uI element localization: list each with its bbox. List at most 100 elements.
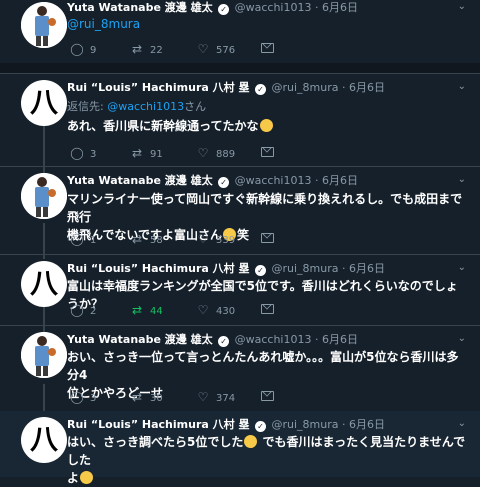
retweet-button[interactable]: ⇄ 30 xyxy=(130,390,163,406)
chevron-down-icon[interactable]: ⌄ xyxy=(458,174,466,185)
verified-icon: ✓ xyxy=(254,265,266,276)
chevron-down-icon[interactable]: ⌄ xyxy=(458,81,466,92)
handle[interactable]: @wacchi1013 xyxy=(235,333,312,346)
avatar[interactable] xyxy=(21,332,67,378)
chevron-down-icon[interactable]: ⌄ xyxy=(458,333,466,344)
direct-message-icon[interactable] xyxy=(261,304,274,314)
avatar[interactable]: 八 xyxy=(21,80,67,126)
sweat-emoji-icon xyxy=(80,471,94,484)
reply-icon: ◯ xyxy=(70,303,84,317)
chevron-down-icon[interactable]: ⌄ xyxy=(458,1,466,12)
avatar[interactable] xyxy=(21,173,67,219)
timestamp[interactable]: 6月6日 xyxy=(322,174,358,187)
retweet-icon: ⇄ xyxy=(131,42,143,56)
avatar-glyph: 八 xyxy=(29,423,58,456)
separator-dot: · xyxy=(341,418,346,431)
verified-icon: ✓ xyxy=(254,421,266,432)
reply-button[interactable]: ◯ 9 xyxy=(70,42,96,58)
tweet-text[interactable]: @rui_8mura xyxy=(67,15,469,33)
retweet-button[interactable]: ⇄ 58 xyxy=(130,232,163,248)
tweet-header: Yuta Watanabe 渡邊 雄太 ✓ @wacchi1013 · 6月6日 xyxy=(67,332,470,348)
tweet-header: Yuta Watanabe 渡邊 雄太 ✓ @wacchi1013 · 6月6日 xyxy=(67,173,470,189)
thread-separator xyxy=(0,63,480,73)
chevron-down-icon[interactable]: ⌄ xyxy=(458,262,466,273)
tweet-header: Rui “Louis” Hachimura 八村 塁 ✓ @rui_8mura … xyxy=(67,417,470,433)
tweet-text[interactable]: あれ、香川県に新幹線通ってたかな xyxy=(67,117,469,135)
retweet-button[interactable]: ⇄ 22 xyxy=(130,42,163,58)
tweet-2[interactable]: 八 Rui “Louis” Hachimura 八村 塁 ✓ @rui_8mur… xyxy=(0,74,480,166)
like-button[interactable]: ♡ 374 xyxy=(196,390,235,406)
timestamp[interactable]: 6月6日 xyxy=(322,333,358,346)
separator-dot: · xyxy=(341,81,346,94)
reply-icon: ◯ xyxy=(70,146,84,160)
handle[interactable]: @wacchi1013 xyxy=(235,1,312,14)
reply-icon: ◯ xyxy=(70,232,84,246)
reply-button[interactable]: ◯ 3 xyxy=(70,390,96,406)
handle[interactable]: @wacchi1013 xyxy=(235,174,312,187)
tweet-header: Yuta Watanabe 渡邊 雄太 ✓ @wacchi1013 · 6月6日 xyxy=(67,0,470,16)
tweet-text[interactable]: はい、さっき調べたら5位でした でも香川はまったく見当たりませんでした よ xyxy=(67,433,469,487)
avatar[interactable]: 八 xyxy=(21,417,67,463)
separator-dot: · xyxy=(341,262,346,275)
verified-icon: ✓ xyxy=(218,336,230,347)
like-button[interactable]: ♡ 889 xyxy=(196,146,235,162)
player-avatar-icon xyxy=(21,173,67,219)
display-name[interactable]: Rui “Louis” Hachimura 八村 塁 xyxy=(67,81,249,94)
avatar-glyph: 八 xyxy=(29,86,58,119)
like-button[interactable]: ♡ 576 xyxy=(196,42,235,58)
heart-icon: ♡ xyxy=(197,146,209,160)
reply-button[interactable]: ◯ 2 xyxy=(70,303,96,319)
heart-icon: ♡ xyxy=(197,303,209,317)
avatar[interactable]: 八 xyxy=(21,261,67,307)
avatar-glyph: 八 xyxy=(29,267,58,300)
direct-message-icon[interactable] xyxy=(261,391,274,401)
tweet-3[interactable]: Yuta Watanabe 渡邊 雄太 ✓ @wacchi1013 · 6月6日… xyxy=(0,167,480,254)
heart-icon: ♡ xyxy=(197,232,209,246)
timestamp[interactable]: 6月6日 xyxy=(349,81,385,94)
timestamp[interactable]: 6月6日 xyxy=(322,1,358,14)
like-button[interactable]: ♡ 430 xyxy=(196,303,235,319)
avatar[interactable] xyxy=(21,2,67,48)
retweet-button[interactable]: ⇄ 91 xyxy=(130,146,163,162)
tweet-4[interactable]: 八 Rui “Louis” Hachimura 八村 塁 ✓ @rui_8mur… xyxy=(0,255,480,325)
heart-icon: ♡ xyxy=(197,42,209,56)
reply-button[interactable]: ◯ 1 xyxy=(70,232,96,248)
verified-icon: ✓ xyxy=(218,4,230,15)
display-name[interactable]: Rui “Louis” Hachimura 八村 塁 xyxy=(67,262,249,275)
like-button[interactable]: ♡ 539 xyxy=(196,232,235,248)
direct-message-icon[interactable] xyxy=(261,233,274,243)
tweet-6[interactable]: 八 Rui “Louis” Hachimura 八村 塁 ✓ @rui_8mur… xyxy=(0,411,480,485)
reply-button[interactable]: ◯ 3 xyxy=(70,146,96,162)
retweet-icon: ⇄ xyxy=(131,303,143,317)
verified-icon: ✓ xyxy=(254,84,266,95)
verified-icon: ✓ xyxy=(218,177,230,188)
heart-icon: ♡ xyxy=(197,390,209,404)
tweet-1[interactable]: Yuta Watanabe 渡邊 雄太 ✓ @wacchi1013 · 6月6日… xyxy=(0,0,480,62)
handle[interactable]: @rui_8mura xyxy=(271,418,338,431)
display-name[interactable]: Yuta Watanabe 渡邊 雄太 xyxy=(67,333,213,346)
timestamp[interactable]: 6月6日 xyxy=(349,262,385,275)
tweet-header: Rui “Louis” Hachimura 八村 塁 ✓ @rui_8mura … xyxy=(67,80,470,96)
separator-dot: · xyxy=(314,333,319,346)
retweet-icon: ⇄ xyxy=(131,390,143,404)
handle[interactable]: @rui_8mura xyxy=(271,262,338,275)
reply-icon: ◯ xyxy=(70,390,84,404)
direct-message-icon[interactable] xyxy=(261,147,274,157)
separator-dot: · xyxy=(314,1,319,14)
reply-context: 返信先: @wacchi1013さん xyxy=(67,100,207,113)
timestamp[interactable]: 6月6日 xyxy=(349,418,385,431)
tweet-5[interactable]: Yuta Watanabe 渡邊 雄太 ✓ @wacchi1013 · 6月6日… xyxy=(0,326,480,410)
retweet-icon: ⇄ xyxy=(131,146,143,160)
display-name[interactable]: Yuta Watanabe 渡邊 雄太 xyxy=(67,174,213,187)
display-name[interactable]: Rui “Louis” Hachimura 八村 塁 xyxy=(67,418,249,431)
tweet-header: Rui “Louis” Hachimura 八村 塁 ✓ @rui_8mura … xyxy=(67,261,470,277)
chevron-down-icon[interactable]: ⌄ xyxy=(458,418,466,429)
handle[interactable]: @rui_8mura xyxy=(271,81,338,94)
display-name[interactable]: Yuta Watanabe 渡邊 雄太 xyxy=(67,1,213,14)
player-avatar-icon xyxy=(21,2,67,48)
reply-to-handle[interactable]: @wacchi1013 xyxy=(107,100,184,113)
player-avatar-icon xyxy=(21,332,67,378)
retweet-button[interactable]: ⇄ 44 xyxy=(130,303,163,319)
separator-dot: · xyxy=(314,174,319,187)
direct-message-icon[interactable] xyxy=(261,43,274,53)
